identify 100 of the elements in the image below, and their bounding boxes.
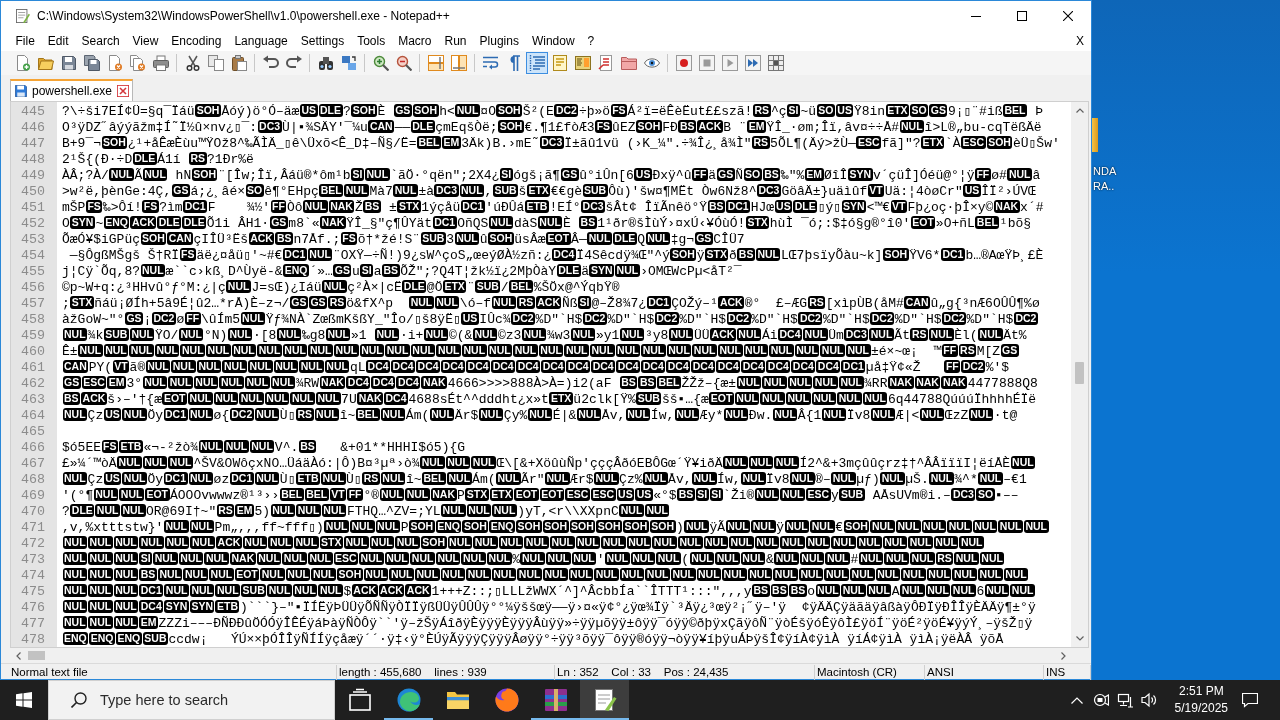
redo-icon[interactable] — [285, 55, 302, 71]
function-list-icon[interactable] — [597, 55, 614, 71]
zoom-out-icon[interactable] — [395, 55, 412, 71]
control-char-badge: BS — [62, 392, 81, 405]
menu-item[interactable]: Language — [227, 34, 295, 48]
taskbar-button[interactable] — [580, 680, 629, 720]
speaker-icon[interactable] — [1140, 692, 1157, 708]
control-char-badge: GS — [716, 168, 735, 181]
replace-icon[interactable] — [340, 55, 357, 71]
close-document-button[interactable]: X — [1073, 34, 1087, 48]
control-char-badge: NUL — [285, 568, 311, 581]
close-icon[interactable] — [117, 85, 130, 97]
control-char-badge: NUL — [605, 552, 630, 565]
page-close-icon[interactable] — [106, 55, 123, 71]
control-char-badge: NUL — [204, 552, 229, 565]
code-text: Ñß — [562, 296, 578, 311]
code-text: ø{ — [213, 408, 230, 423]
grid-icon[interactable] — [767, 55, 784, 71]
line-number: 469 — [20, 488, 46, 504]
control-char-badge: NUL — [517, 568, 542, 581]
editor-text-area[interactable] — [11, 102, 1071, 647]
notification-icon[interactable] — [1242, 692, 1258, 708]
undo-icon[interactable] — [262, 55, 279, 71]
binoculars-icon[interactable] — [317, 55, 334, 71]
code-text: î~ — [405, 472, 422, 487]
scrollbar-thumb[interactable] — [1075, 362, 1084, 384]
menu-item[interactable]: View — [126, 34, 165, 48]
clock-date[interactable]: 5/19/2025 — [1174, 700, 1228, 717]
control-char-badge: NUL — [303, 200, 328, 213]
clipboard-icon[interactable] — [230, 55, 247, 71]
caret-down-icon[interactable] — [1075, 636, 1084, 641]
control-char-badge: BEL — [319, 184, 344, 197]
control-char-badge: NUL — [978, 328, 1003, 341]
printer-icon[interactable] — [152, 55, 169, 71]
caret-right-icon[interactable] — [1061, 651, 1066, 660]
code-text: V^. — [274, 440, 299, 455]
control-char-badge: NUL — [410, 344, 436, 357]
record-icon[interactable] — [675, 55, 692, 71]
clock-time[interactable]: 2:51 PM — [1178, 683, 1224, 700]
menu-item[interactable]: Encoding — [164, 34, 228, 48]
folder-icon[interactable] — [620, 55, 637, 71]
desktop-icon-label[interactable]: RA.. — [1093, 179, 1117, 194]
caret-up-icon[interactable] — [1075, 108, 1084, 113]
camera-icon[interactable] — [1092, 692, 1109, 708]
open-folder-icon[interactable] — [37, 55, 54, 71]
fast-forward-icon[interactable] — [744, 55, 761, 71]
control-char-badge: NUL — [748, 456, 774, 469]
pages-close-icon[interactable] — [129, 55, 146, 71]
code-text: €.¶1£fòÆ3 — [524, 120, 595, 135]
control-char-badge: GS — [171, 184, 190, 197]
stop-icon[interactable] — [698, 55, 715, 71]
control-char-badge: NUL — [95, 504, 120, 517]
code-text: š›–′†{æ — [107, 392, 162, 407]
menu-item[interactable]: Window — [525, 34, 582, 48]
control-char-badge: NUL — [831, 472, 856, 485]
floppy-disks-icon[interactable] — [83, 55, 100, 71]
control-char-badge: NUL — [88, 552, 113, 565]
line-number: 447 — [20, 136, 46, 152]
menu-item[interactable]: Plugins — [473, 34, 526, 48]
menu-item[interactable]: Tools — [350, 34, 392, 48]
control-char-badge: SOH — [498, 120, 524, 133]
language-page-icon[interactable] — [551, 55, 568, 71]
menu-item[interactable]: File — [9, 34, 42, 48]
network-icon[interactable] — [1116, 692, 1133, 708]
sync-vertical-icon[interactable] — [427, 55, 444, 71]
chevron-up-icon[interactable] — [1070, 696, 1083, 704]
menu-item[interactable]: Settings — [294, 34, 351, 48]
control-char-badge: BS — [619, 376, 638, 389]
control-char-badge: GS — [1000, 344, 1019, 357]
code-text: ÕæÓ¥$iGPüç — [62, 232, 140, 247]
control-char-badge: NUL — [113, 552, 139, 565]
control-char-badge: ACK — [696, 120, 723, 133]
control-char-badge: NUL — [435, 552, 461, 565]
control-char-badge: NUL — [260, 568, 285, 581]
menu-item[interactable]: ? — [581, 34, 601, 48]
indent-guide-icon[interactable] — [525, 52, 548, 74]
sync-horizontal-icon[interactable] — [450, 55, 467, 71]
scissors-icon[interactable] — [184, 55, 201, 71]
copy-icon[interactable] — [207, 55, 224, 71]
menu-item[interactable]: Search — [75, 34, 127, 48]
caret-left-icon[interactable] — [16, 651, 21, 660]
zoom-in-icon[interactable] — [372, 55, 389, 71]
desktop-icon-label[interactable]: NDA — [1093, 164, 1117, 179]
tab[interactable]: powershell.exe — [10, 79, 134, 101]
document-map-icon[interactable] — [574, 55, 591, 71]
menu-item[interactable]: Run — [438, 34, 474, 48]
search-field[interactable]: Type here to search — [48, 680, 335, 720]
control-char-badge: NUL — [62, 616, 88, 629]
control-char-badge: NUL — [780, 488, 805, 501]
play-icon[interactable] — [721, 55, 738, 71]
scrollbar-thumb[interactable] — [28, 651, 45, 660]
menu-item[interactable]: Edit — [41, 34, 76, 48]
word-wrap-icon[interactable] — [482, 55, 499, 71]
code-text: $ — [343, 584, 352, 599]
control-char-badge: SOH — [516, 520, 542, 533]
menu-item[interactable]: Macro — [391, 34, 438, 48]
eye-icon[interactable] — [643, 55, 660, 71]
control-char-badge: NUL — [365, 168, 390, 181]
code-text: Åv, — [601, 408, 626, 423]
new-page-icon[interactable] — [14, 55, 31, 71]
